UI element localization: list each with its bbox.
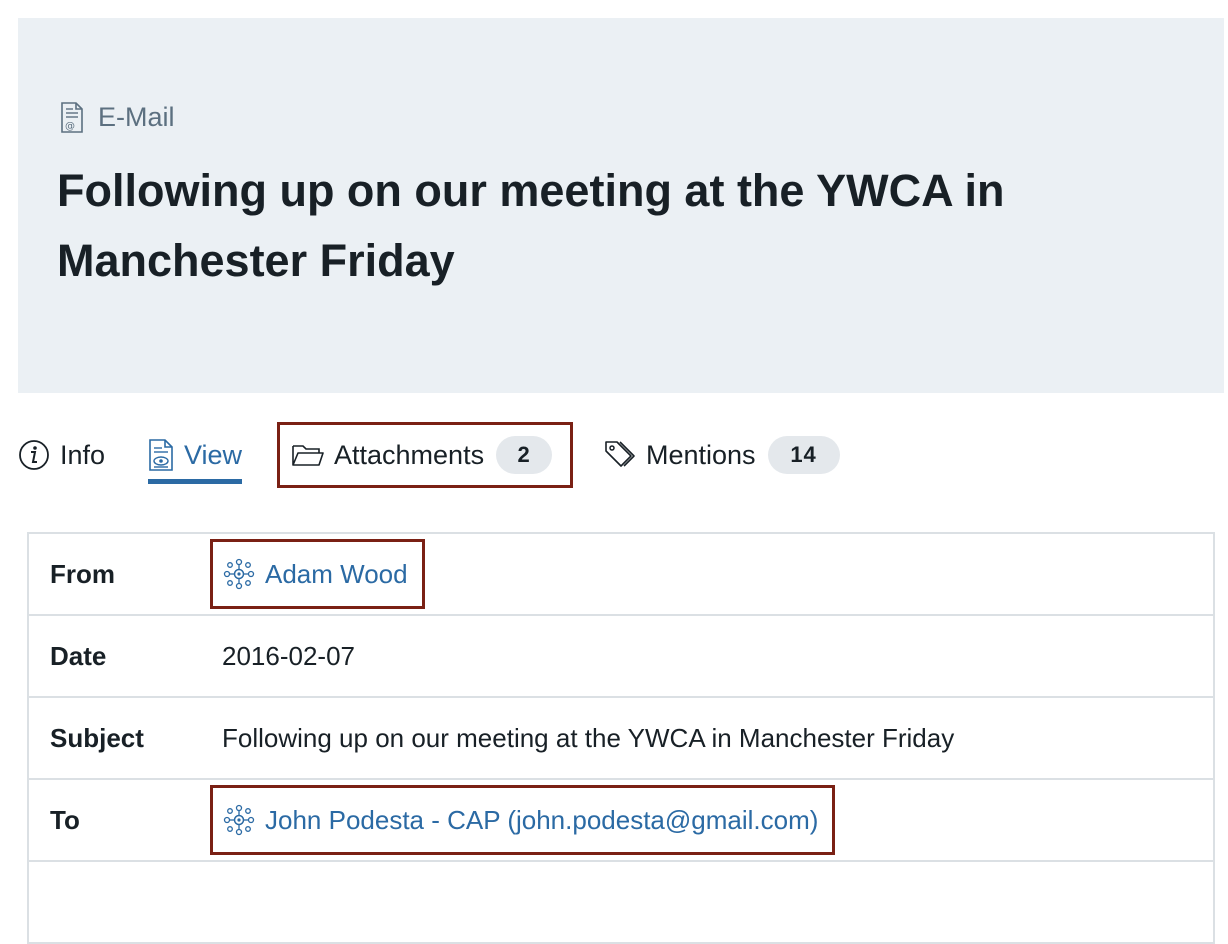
- mentions-count-badge: 14: [767, 436, 840, 474]
- entity-header: @ E-Mail Following up on our meeting at …: [18, 18, 1224, 393]
- from-value-cell: Adam Wood: [210, 533, 1214, 616]
- tab-info[interactable]: Info: [18, 420, 105, 490]
- subject-label: Subject: [28, 697, 224, 780]
- active-tab-indicator: [148, 479, 243, 484]
- tab-bar: Info View Attachments 2 Mentions 14: [18, 420, 1224, 492]
- tab-attachments-label: Attachments: [334, 439, 485, 470]
- date-label: Date: [28, 615, 224, 698]
- entity-network-icon: [223, 804, 255, 836]
- tab-attachments[interactable]: Attachments 2: [277, 422, 573, 488]
- to-label: To: [28, 779, 224, 862]
- from-entity-link[interactable]: Adam Wood: [210, 539, 425, 609]
- tab-mentions[interactable]: Mentions 14: [604, 420, 840, 490]
- tab-view-label: View: [184, 439, 243, 470]
- entity-network-icon: [223, 558, 255, 590]
- folder-icon: [292, 443, 324, 467]
- subject-value-cell: Following up on our meeting at the YWCA …: [222, 697, 1214, 780]
- tab-mentions-label: Mentions: [646, 439, 756, 470]
- from-label: From: [28, 533, 224, 616]
- table-row-next: [28, 861, 1214, 943]
- tab-view[interactable]: View: [148, 420, 243, 490]
- svg-text:@: @: [65, 121, 75, 132]
- table-row-date: Date 2016-02-07: [28, 615, 1214, 698]
- table-row-subject: Subject Following up on our meeting at t…: [28, 697, 1214, 780]
- email-metadata-table: From Adam Wood Date 2016-02-07 Subject F…: [27, 532, 1215, 944]
- next-row-label: [28, 861, 224, 943]
- entity-type: @ E-Mail: [60, 100, 175, 134]
- email-document-icon: @: [60, 101, 88, 133]
- document-view-icon: [148, 439, 174, 471]
- to-entity-name: John Podesta - CAP (john.podesta@gmail.c…: [265, 804, 819, 835]
- tags-icon: [604, 440, 636, 470]
- table-row-from: From Adam Wood: [28, 533, 1214, 616]
- from-entity-name: Adam Wood: [265, 558, 408, 589]
- date-value: 2016-02-07: [222, 640, 355, 671]
- to-value-cell: John Podesta - CAP (john.podesta@gmail.c…: [210, 779, 1214, 862]
- table-row-to: To John Podesta - CAP (john.podesta@gmai…: [28, 779, 1214, 862]
- date-value-cell: 2016-02-07: [222, 615, 1214, 698]
- tab-info-label: Info: [60, 439, 106, 470]
- subject-value: Following up on our meeting at the YWCA …: [222, 722, 955, 753]
- info-icon: [18, 439, 50, 471]
- page-title: Following up on our meeting at the YWCA …: [57, 165, 1005, 286]
- next-row-value: [224, 861, 1214, 943]
- attachments-count-badge: 2: [496, 436, 553, 474]
- entity-type-label: E-Mail: [98, 102, 175, 132]
- to-entity-link[interactable]: John Podesta - CAP (john.podesta@gmail.c…: [210, 785, 836, 855]
